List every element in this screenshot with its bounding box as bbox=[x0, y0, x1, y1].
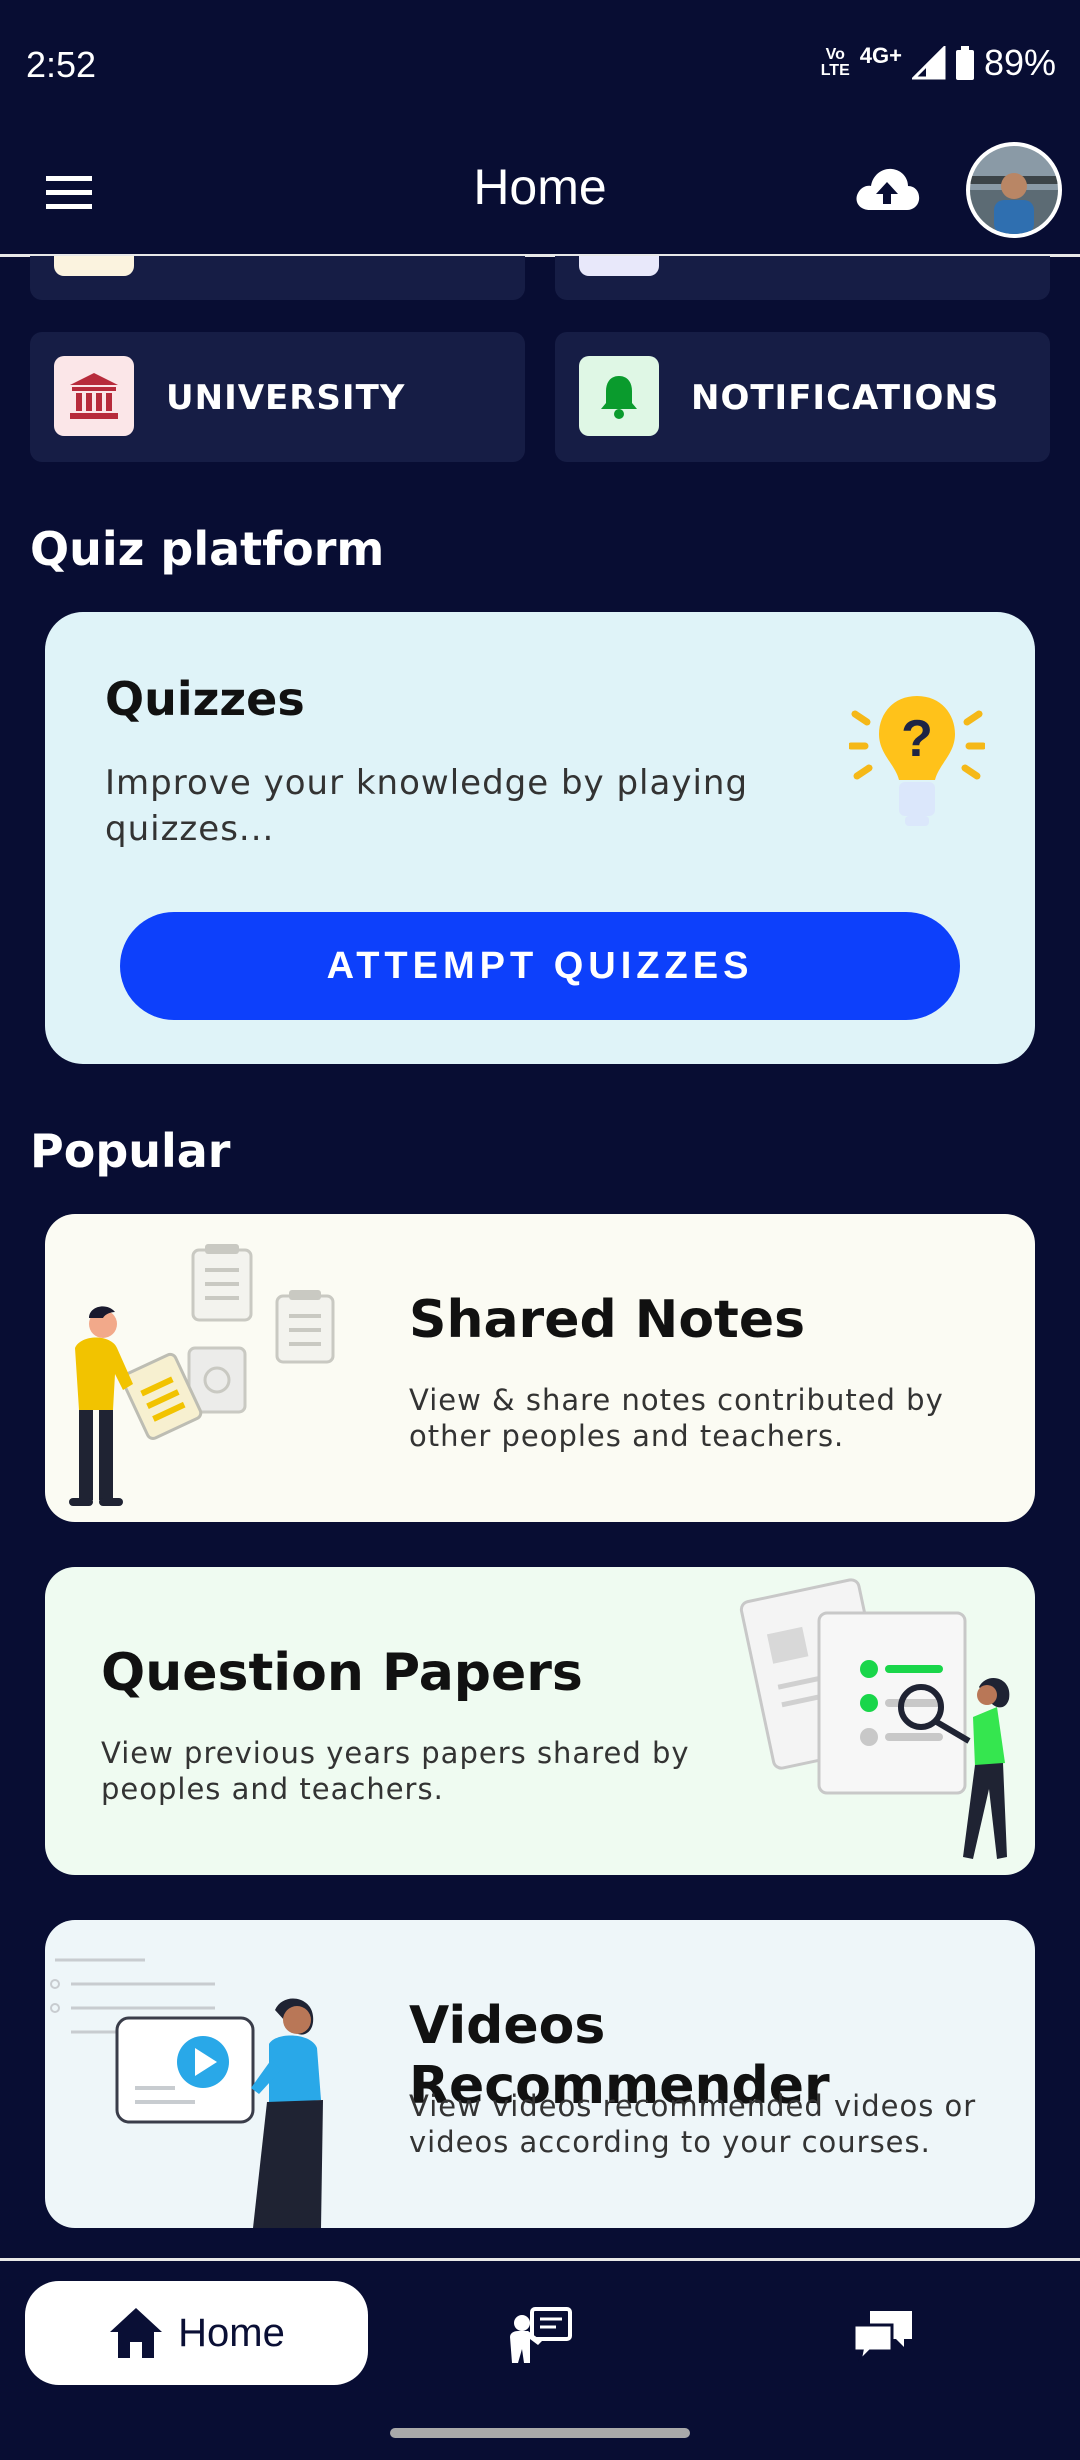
question-papers-illustration bbox=[739, 1578, 1010, 1859]
tile-partial-left-icon bbox=[54, 256, 134, 276]
tile-university-label: UNIVERSITY bbox=[166, 378, 406, 418]
nav-home-button[interactable]: Home bbox=[25, 2281, 368, 2385]
app-bar: Home bbox=[0, 130, 1080, 257]
shared-notes-title: Shared Notes bbox=[409, 1290, 806, 1350]
status-time: 2:52 bbox=[26, 44, 97, 85]
question-papers-title: Question Papers bbox=[101, 1643, 583, 1703]
tile-notifications-label: NOTIFICATIONS bbox=[691, 378, 1000, 418]
shared-notes-desc: View & share notes contributed by other … bbox=[409, 1383, 944, 1453]
volte-indicator: Vo LTE bbox=[820, 46, 850, 79]
question-papers-card[interactable]: Question Papers View previous years pape… bbox=[45, 1567, 1035, 1875]
quiz-card-title: Quizzes bbox=[105, 672, 305, 726]
quiz-card: Quizzes Improve your knowledge by playin… bbox=[45, 612, 1035, 1064]
battery-icon bbox=[955, 46, 974, 80]
bottom-nav: Home bbox=[0, 2258, 1080, 2403]
chat-icon[interactable] bbox=[852, 2309, 914, 2363]
quiz-card-desc: Improve your knowledge by playing quizze… bbox=[105, 763, 749, 849]
tile-partial-right[interactable] bbox=[555, 256, 1050, 300]
bell-icon-box bbox=[579, 356, 659, 436]
tile-university[interactable]: UNIVERSITY bbox=[30, 332, 525, 462]
tile-partial-left[interactable] bbox=[30, 256, 525, 300]
signal-icon bbox=[911, 46, 946, 80]
status-icons: Vo LTE 4G+ 89% bbox=[821, 42, 1056, 84]
teacher-icon[interactable] bbox=[508, 2307, 572, 2365]
popular-section-heading: Popular bbox=[30, 1124, 231, 1178]
attempt-quizzes-button[interactable]: ATTEMPT QUIZZES bbox=[120, 912, 960, 1020]
svg-text:?: ? bbox=[901, 710, 933, 768]
network-type: 4G+ bbox=[859, 43, 902, 68]
shared-notes-illustration bbox=[69, 1244, 335, 1506]
question-papers-desc: View previous years papers shared by peo… bbox=[101, 1736, 690, 1806]
lightbulb-question-icon: ? bbox=[849, 696, 985, 826]
battery-percent: 89% bbox=[983, 42, 1056, 83]
avatar[interactable] bbox=[966, 142, 1062, 238]
university-icon-box bbox=[54, 356, 134, 436]
quiz-section-heading: Quiz platform bbox=[30, 522, 385, 576]
avatar-photo bbox=[970, 146, 1058, 234]
cloud-upload-icon[interactable] bbox=[852, 160, 922, 220]
gesture-bar[interactable] bbox=[390, 2428, 690, 2438]
status-bar: 2:52 Vo LTE 4G+ 89% bbox=[0, 0, 1080, 130]
home-icon bbox=[110, 2308, 163, 2358]
tile-notifications[interactable]: NOTIFICATIONS bbox=[555, 332, 1050, 462]
tile-partial-right-icon bbox=[579, 256, 659, 276]
shared-notes-card[interactable]: Shared Notes View & share notes contribu… bbox=[45, 1214, 1035, 1522]
nav-home-label: Home bbox=[178, 2310, 285, 2355]
university-icon bbox=[70, 373, 118, 419]
videos-recommender-card[interactable]: Videos Recommender View videos recommend… bbox=[45, 1920, 1035, 2228]
videos-recommender-illustration bbox=[50, 1958, 323, 2228]
bell-icon bbox=[601, 376, 637, 419]
videos-recommender-desc: View videos recommended videos or videos… bbox=[409, 2089, 977, 2159]
